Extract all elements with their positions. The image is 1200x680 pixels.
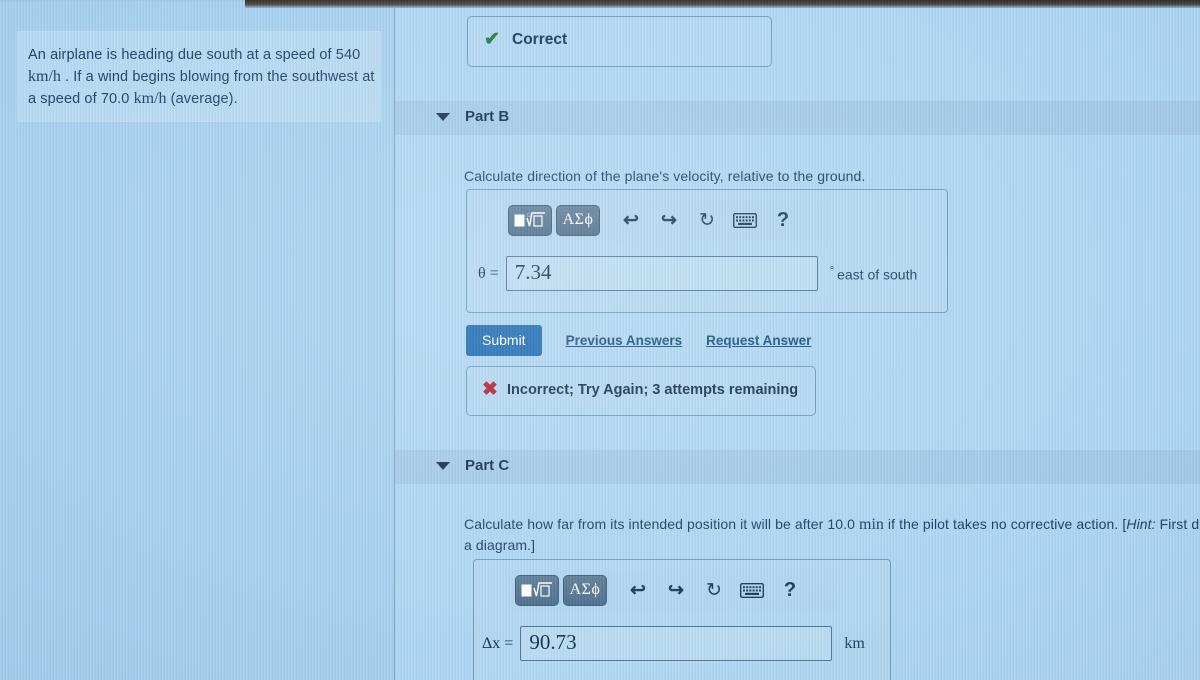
previous-answers-link[interactable]: Previous Answers <box>566 333 683 348</box>
part-b-answer-row: θ = °east of south <box>478 256 917 291</box>
keyboard-icon-c[interactable] <box>735 575 769 605</box>
part-c-title: Part C <box>465 457 510 474</box>
part-b-answer-box: □ ΑΣϕ ↩ ↪ ↻ ? θ = 7.34 ° east of south <box>466 189 948 313</box>
part-c-toolbar: ΑΣϕ ↩ ↪ ↻ ? <box>507 569 837 611</box>
undo-icon-c[interactable]: ↩ <box>621 575 655 605</box>
part-b-submit-row: Submit Previous Answers Request Answer <box>466 325 811 356</box>
part-b-toolbar: □ ΑΣϕ ↩ ↪ ↻ ? <box>500 199 830 241</box>
part-c-question-b: if the pilot takes no corrective action.… <box>887 516 1127 532</box>
reset-icon-c[interactable]: ↻ <box>697 575 731 605</box>
part-c-question: Calculate how far from its intended posi… <box>464 514 1200 555</box>
request-answer-link[interactable]: Request Answer <box>706 333 811 348</box>
part-c-answer-unit: km <box>844 634 865 652</box>
part-c-unit-min: min <box>859 516 884 533</box>
correct-feedback-banner: ✔ Correct <box>467 16 772 67</box>
redo-icon[interactable]: ↪ <box>652 205 686 235</box>
chevron-down-icon-c[interactable] <box>436 462 450 470</box>
greek-letters-button-c[interactable]: ΑΣϕ <box>563 574 607 606</box>
part-c-header[interactable]: Part C <box>395 450 1200 484</box>
x-icon: ✖ <box>482 379 498 400</box>
problem-pane: An airplane is heading due south at a sp… <box>0 3 394 680</box>
part-b-unit-text: east of south <box>837 266 918 283</box>
answer-pane: ✔ Correct Part B Calculate direction of … <box>395 3 1200 680</box>
part-c-variable-label: Δx = <box>482 634 514 652</box>
part-c-question-a: Calculate how far from its intended posi… <box>464 516 856 532</box>
undo-icon[interactable]: ↩ <box>614 205 648 235</box>
part-c-question-line2: diagram.] <box>475 537 536 553</box>
problem-statement-box: An airplane is heading due south at a sp… <box>18 32 380 121</box>
screenshot-root: An airplane is heading due south at a sp… <box>0 0 1200 680</box>
problem-line-3-post: (average). <box>170 91 238 107</box>
pane-divider <box>394 4 395 680</box>
reset-icon[interactable]: ↻ <box>690 205 724 235</box>
problem-line-3: a speed of 70.0 <box>28 91 130 107</box>
part-c-answer-row: Δx = km <box>482 626 865 661</box>
problem-line-2: . If a wind begins blowing from the sout… <box>65 69 375 85</box>
part-c-answer-input[interactable] <box>520 626 833 661</box>
incorrect-feedback-banner: ✖ Incorrect; Try Again; 3 attempts remai… <box>466 366 816 416</box>
part-b-question: Calculate direction of the plane's veloc… <box>464 168 866 184</box>
problem-line-1: An airplane is heading due south at a sp… <box>28 47 361 63</box>
problem-unit-kmh-1: km/h <box>28 68 61 85</box>
part-b-answer-unit: ° east of south <box>830 265 918 283</box>
problem-statement-text: An airplane is heading due south at a sp… <box>28 44 376 110</box>
incorrect-label: Incorrect; Try Again; 3 attempts remaini… <box>507 382 799 398</box>
correct-label: Correct <box>512 31 568 48</box>
degree-symbol: ° <box>829 264 835 277</box>
redo-icon-c[interactable]: ↪ <box>659 575 693 605</box>
keyboard-icon[interactable] <box>728 205 762 235</box>
problem-unit-kmh-2: km/h <box>133 90 167 107</box>
help-icon-c[interactable]: ? <box>773 575 807 605</box>
help-icon[interactable]: ? <box>766 205 800 235</box>
math-template-icon-c[interactable] <box>515 574 559 606</box>
math-template-icon[interactable]: □ <box>508 204 552 236</box>
part-c-answer-box: ΑΣϕ ↩ ↪ ↻ ? Δx = 90.73 km <box>473 559 891 680</box>
part-c-hint-word: Hint: <box>1126 516 1156 532</box>
submit-button[interactable]: Submit <box>466 325 542 356</box>
chevron-down-icon-b[interactable] <box>436 113 450 121</box>
greek-letters-button[interactable]: ΑΣϕ <box>556 204 600 236</box>
screen-bezel-left <box>0 0 250 3</box>
part-b-answer-input[interactable] <box>505 256 818 291</box>
screen-bezel-top <box>245 0 1200 8</box>
check-icon: ✔ <box>484 29 500 50</box>
part-b-title: Part B <box>465 108 510 125</box>
part-b-header[interactable]: Part B <box>395 101 1200 135</box>
part-b-variable-label: θ = <box>478 264 499 282</box>
